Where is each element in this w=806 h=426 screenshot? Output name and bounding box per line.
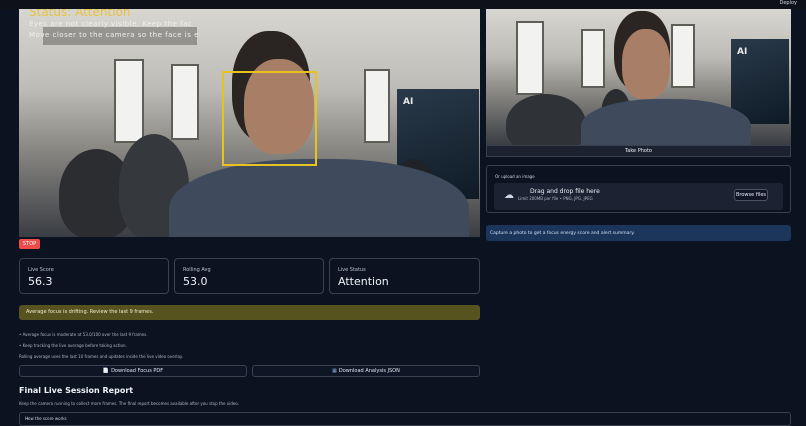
- metric-value: 56.3: [28, 275, 53, 288]
- drop-zone[interactable]: ☁ Drag and drop file here Limit 200MB pe…: [494, 183, 783, 210]
- info-text: Capture a photo to get a focus energy sc…: [490, 231, 635, 236]
- download-json-label: Download Analysis JSON: [338, 368, 400, 374]
- warning-alert: Average focus is drifting. Review the la…: [19, 305, 480, 320]
- metric-label: Live Status: [338, 267, 366, 273]
- app-header: Deploy: [0, 0, 806, 9]
- status-overlay-title: Status: Attention: [29, 9, 131, 19]
- report-subtitle: Keep the camera running to collect more …: [19, 401, 239, 406]
- metric-rolling-avg: Rolling Avg 53.0: [174, 258, 324, 294]
- download-pdf-button[interactable]: 📄 Download Focus PDF: [19, 365, 247, 377]
- cloud-upload-icon: ☁: [504, 190, 514, 201]
- metric-label: Rolling Avg: [183, 267, 211, 273]
- rolling-caption: Rolling average uses the last 10 frames …: [19, 354, 183, 359]
- metric-label: Live Score: [28, 267, 54, 273]
- info-alert: Capture a photo to get a focus energy sc…: [486, 225, 791, 241]
- download-json-button[interactable]: ▦ Download Analysis JSON: [252, 365, 480, 377]
- browse-files-button[interactable]: Browse files: [734, 189, 768, 201]
- json-icon: ▦: [332, 368, 337, 374]
- metric-value: 53.0: [183, 275, 208, 288]
- overlay-message-2: Move closer to the camera so the face is…: [29, 31, 199, 39]
- metric-value: Attention: [338, 275, 389, 288]
- overlay-message-1: Eyes are not clearly visible. Keep the f…: [29, 20, 193, 28]
- chevron-down-icon: ⌄: [25, 415, 30, 421]
- image-uploader: Or upload an image ☁ Drag and drop file …: [486, 165, 791, 213]
- deploy-button[interactable]: Deploy: [779, 0, 797, 7]
- stop-button[interactable]: STOP: [19, 239, 40, 249]
- download-pdf-label: Download Focus PDF: [111, 368, 164, 374]
- drop-text: Drag and drop file here: [530, 188, 600, 195]
- take-photo-button[interactable]: Take Photo: [486, 145, 791, 157]
- insight-line-1: • Average focus is moderate at 53.0/100 …: [19, 332, 148, 337]
- metric-live-score: Live Score 56.3: [19, 258, 169, 294]
- insight-line-2: • Keep tracking the live average before …: [19, 343, 127, 348]
- camera-preview: AI: [486, 9, 791, 145]
- face-detection-box: [222, 71, 317, 166]
- file-icon: 📄: [102, 368, 110, 374]
- metric-live-status: Live Status Attention: [329, 258, 480, 294]
- file-limit-text: Limit 200MB per file • PNG, JPG, JPEG: [518, 196, 593, 201]
- warning-text: Average focus is drifting. Review the la…: [26, 309, 154, 315]
- uploader-label: Or upload an image: [495, 174, 535, 179]
- report-heading: Final Live Session Report: [19, 386, 134, 395]
